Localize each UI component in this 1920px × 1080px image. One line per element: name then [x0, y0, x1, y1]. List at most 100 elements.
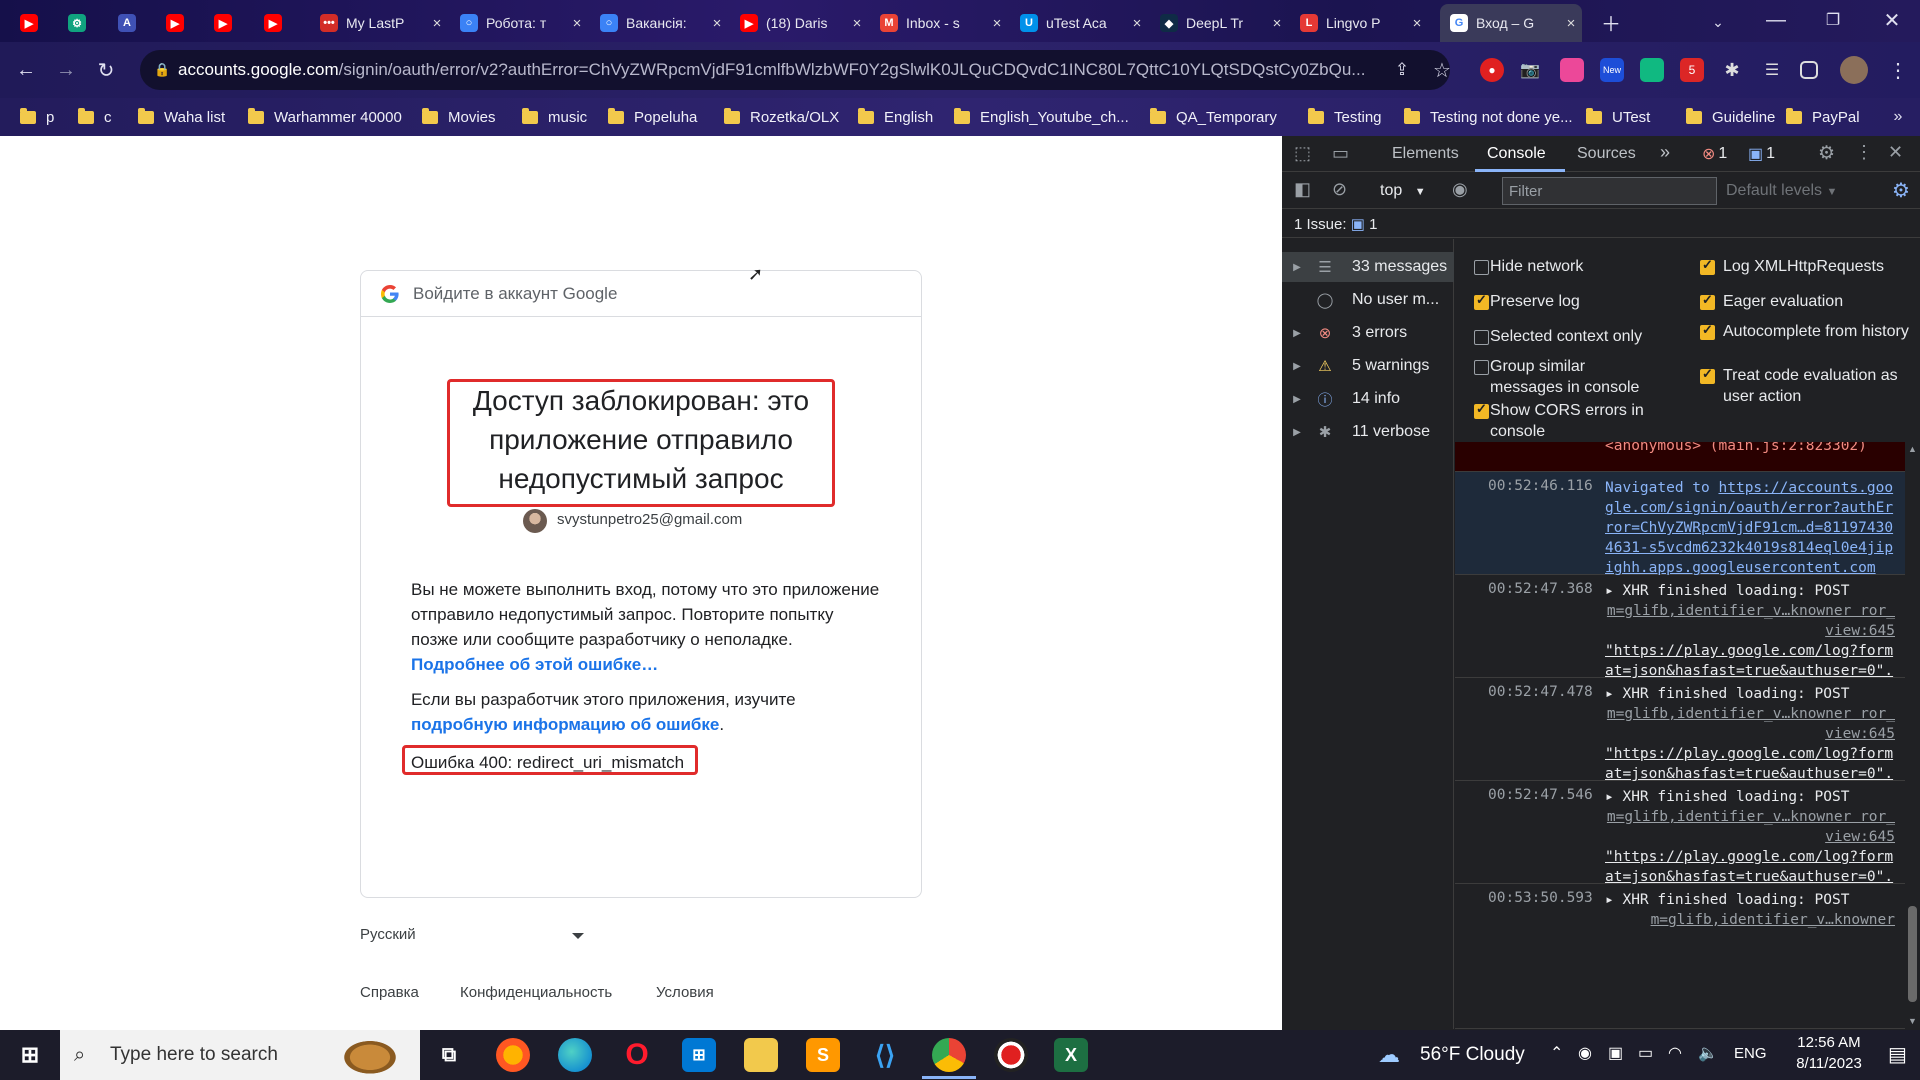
windows-start-icon[interactable]: ⊞: [13, 1038, 47, 1072]
bookmark-item[interactable]: Warhammer 40000: [248, 104, 402, 130]
issues-link[interactable]: 1 Issue: ▣ 1: [1294, 215, 1377, 233]
log-source-link[interactable]: m=glifb,identifier_v…knowner: [1605, 910, 1895, 930]
weather-icon[interactable]: ☁: [1378, 1042, 1400, 1068]
bookmark-item[interactable]: English_Youtube_ch...: [954, 104, 1129, 130]
input-language[interactable]: ENG: [1734, 1045, 1767, 1062]
clock-time[interactable]: 12:56 AM: [1784, 1034, 1874, 1051]
tab-close-icon[interactable]: ×: [1560, 15, 1582, 32]
browser-tab[interactable]: A: [108, 6, 156, 40]
console-sidebar-item[interactable]: ▶ ⓘ 14 info: [1282, 384, 1454, 414]
side-panel-icon[interactable]: [1800, 61, 1818, 79]
setting-checkbox[interactable]: [1474, 330, 1489, 345]
console-sidebar-item[interactable]: ▶ ⊗ 3 errors: [1282, 318, 1454, 348]
taskbar-search[interactable]: ⌕ Type here to search: [60, 1030, 420, 1080]
setting-label[interactable]: Treat code evaluation as user action: [1723, 365, 1913, 407]
setting-checkbox[interactable]: [1700, 322, 1715, 340]
expand-triangle-icon[interactable]: ▶: [1282, 262, 1312, 273]
expand-triangle-icon[interactable]: ▶: [1282, 394, 1312, 405]
browser-tab[interactable]: ••• My LastP ×: [310, 6, 448, 40]
browser-tab[interactable]: ○ Робота: т ×: [450, 6, 588, 40]
browser-tab[interactable]: G Вход – G ×: [1440, 4, 1582, 42]
minimize-button[interactable]: —: [1758, 2, 1794, 38]
bookmark-item[interactable]: Testing not done ye...: [1404, 104, 1573, 130]
tray-chrome-icon[interactable]: ◉: [1578, 1043, 1592, 1063]
bookmark-item[interactable]: Guideline: [1686, 104, 1775, 130]
console-entry[interactable]: 00:52:47.368 ▸ XHR finished loading: POST…: [1455, 575, 1905, 679]
setting-label[interactable]: Selected context only: [1490, 326, 1660, 347]
live-expression-icon[interactable]: ◉: [1452, 179, 1468, 200]
console-sidebar-item[interactable]: ◯ No user m...: [1282, 285, 1454, 315]
browser-tab[interactable]: M Inbox - s ×: [870, 6, 1008, 40]
bookmark-star-icon[interactable]: ☆: [1424, 52, 1460, 88]
bookmarks-overflow-icon[interactable]: »: [1880, 99, 1916, 135]
tab-close-icon[interactable]: ×: [566, 15, 588, 32]
edge-icon[interactable]: [558, 1038, 592, 1072]
browser-tab[interactable]: ⚙: [58, 6, 106, 40]
tray-overflow-icon[interactable]: ⌃: [1550, 1043, 1563, 1063]
sidebar-toggle-icon[interactable]: ◧: [1294, 179, 1311, 200]
scroll-down-icon[interactable]: ▼: [1908, 1016, 1917, 1026]
profile-avatar[interactable]: [1840, 56, 1868, 84]
filter-input[interactable]: Filter: [1502, 177, 1717, 205]
browser-tab[interactable]: L Lingvo P ×: [1290, 6, 1428, 40]
scrollbar-thumb[interactable]: [1908, 906, 1917, 1002]
devtools-settings-icon[interactable]: ⚙: [1818, 142, 1835, 165]
console-entry[interactable]: 00:52:47.478 ▸ XHR finished loading: POST…: [1455, 678, 1905, 782]
task-view-icon[interactable]: ⧉: [432, 1038, 466, 1072]
console-settings-icon[interactable]: ⚙: [1892, 178, 1910, 203]
tab-close-icon[interactable]: ×: [706, 15, 728, 32]
console-entry[interactable]: <anonymous> (main.js:2:823302): [1455, 442, 1905, 472]
volume-icon[interactable]: 🔈: [1698, 1043, 1718, 1063]
opera-icon[interactable]: O: [620, 1038, 654, 1072]
setting-label[interactable]: Log XMLHttpRequests: [1723, 256, 1913, 277]
scroll-up-icon[interactable]: ▲: [1908, 444, 1917, 454]
restore-button[interactable]: ❐: [1815, 2, 1851, 38]
sublime-icon[interactable]: S: [806, 1038, 840, 1072]
tab-close-icon[interactable]: ×: [846, 15, 868, 32]
expand-triangle-icon[interactable]: ▶: [1282, 328, 1312, 339]
message-count-badge[interactable]: ▣ 1: [1748, 144, 1775, 164]
console-entry[interactable]: 00:52:47.546 ▸ XHR finished loading: POST…: [1455, 781, 1905, 885]
address-bar[interactable]: 🔒 accounts.google.com/signin/oauth/error…: [140, 50, 1450, 90]
setting-label[interactable]: Show CORS errors in console: [1490, 400, 1660, 442]
tab-close-icon[interactable]: ×: [1266, 15, 1288, 32]
default-levels-select[interactable]: Default levels ▼: [1726, 182, 1837, 200]
new-tab-button[interactable]: ＋: [1593, 4, 1629, 40]
devtools-menu-icon[interactable]: ⋮: [1855, 142, 1873, 163]
bookmark-item[interactable]: QA_Temporary: [1150, 104, 1277, 130]
tab-close-icon[interactable]: ×: [1126, 15, 1148, 32]
share-icon[interactable]: ⇪: [1384, 52, 1420, 88]
browser-tab[interactable]: ▶: [204, 6, 252, 40]
tab-elements[interactable]: Elements: [1392, 145, 1459, 163]
tab-sources[interactable]: Sources: [1577, 145, 1636, 163]
account-email[interactable]: svystunpetro25@gmail.com: [557, 511, 742, 528]
firefox-icon[interactable]: [496, 1038, 530, 1072]
error-count-badge[interactable]: ⊗ 1: [1702, 144, 1727, 164]
clock-date[interactable]: 8/11/2023: [1784, 1055, 1874, 1072]
bookmark-item[interactable]: UTest: [1586, 104, 1650, 130]
console-sidebar-item[interactable]: ▶ ☰ 33 messages: [1282, 252, 1454, 282]
expand-triangle-icon[interactable]: ▶: [1282, 427, 1312, 438]
language-select[interactable]: Русский: [360, 926, 585, 943]
expand-triangle-icon[interactable]: ▶: [1282, 361, 1312, 372]
bookmark-item[interactable]: English: [858, 104, 933, 130]
console-entry[interactable]: 00:53:50.593 ▸ XHR finished loading: POST…: [1455, 884, 1905, 1029]
bookmark-item[interactable]: PayPal: [1786, 104, 1860, 130]
browser-menu-icon[interactable]: ⋮: [1880, 52, 1916, 88]
device-toolbar-icon[interactable]: ▭: [1332, 143, 1349, 164]
weather-text[interactable]: 56°F Cloudy: [1420, 1044, 1525, 1066]
console-entry[interactable]: 00:52:46.116 Navigated to https://account…: [1455, 472, 1905, 576]
setting-label[interactable]: Preserve log: [1490, 291, 1660, 312]
setting-label[interactable]: Group similar messages in console: [1490, 356, 1660, 398]
setting-checkbox[interactable]: [1700, 292, 1715, 310]
tab-close-icon[interactable]: ×: [1406, 15, 1428, 32]
bookmark-item[interactable]: Popeluha: [608, 104, 697, 130]
setting-checkbox[interactable]: [1474, 360, 1489, 375]
store-icon[interactable]: ⊞: [682, 1038, 716, 1072]
extensions-puzzle-icon[interactable]: ✱: [1720, 58, 1744, 82]
extension-new-icon[interactable]: New: [1600, 58, 1624, 82]
setting-label[interactable]: Eager evaluation: [1723, 291, 1913, 312]
bookmark-item[interactable]: Waha list: [138, 104, 225, 130]
battery-icon[interactable]: ▭: [1638, 1043, 1653, 1063]
learn-more-link[interactable]: Подробнее об этой ошибке…: [411, 655, 658, 674]
